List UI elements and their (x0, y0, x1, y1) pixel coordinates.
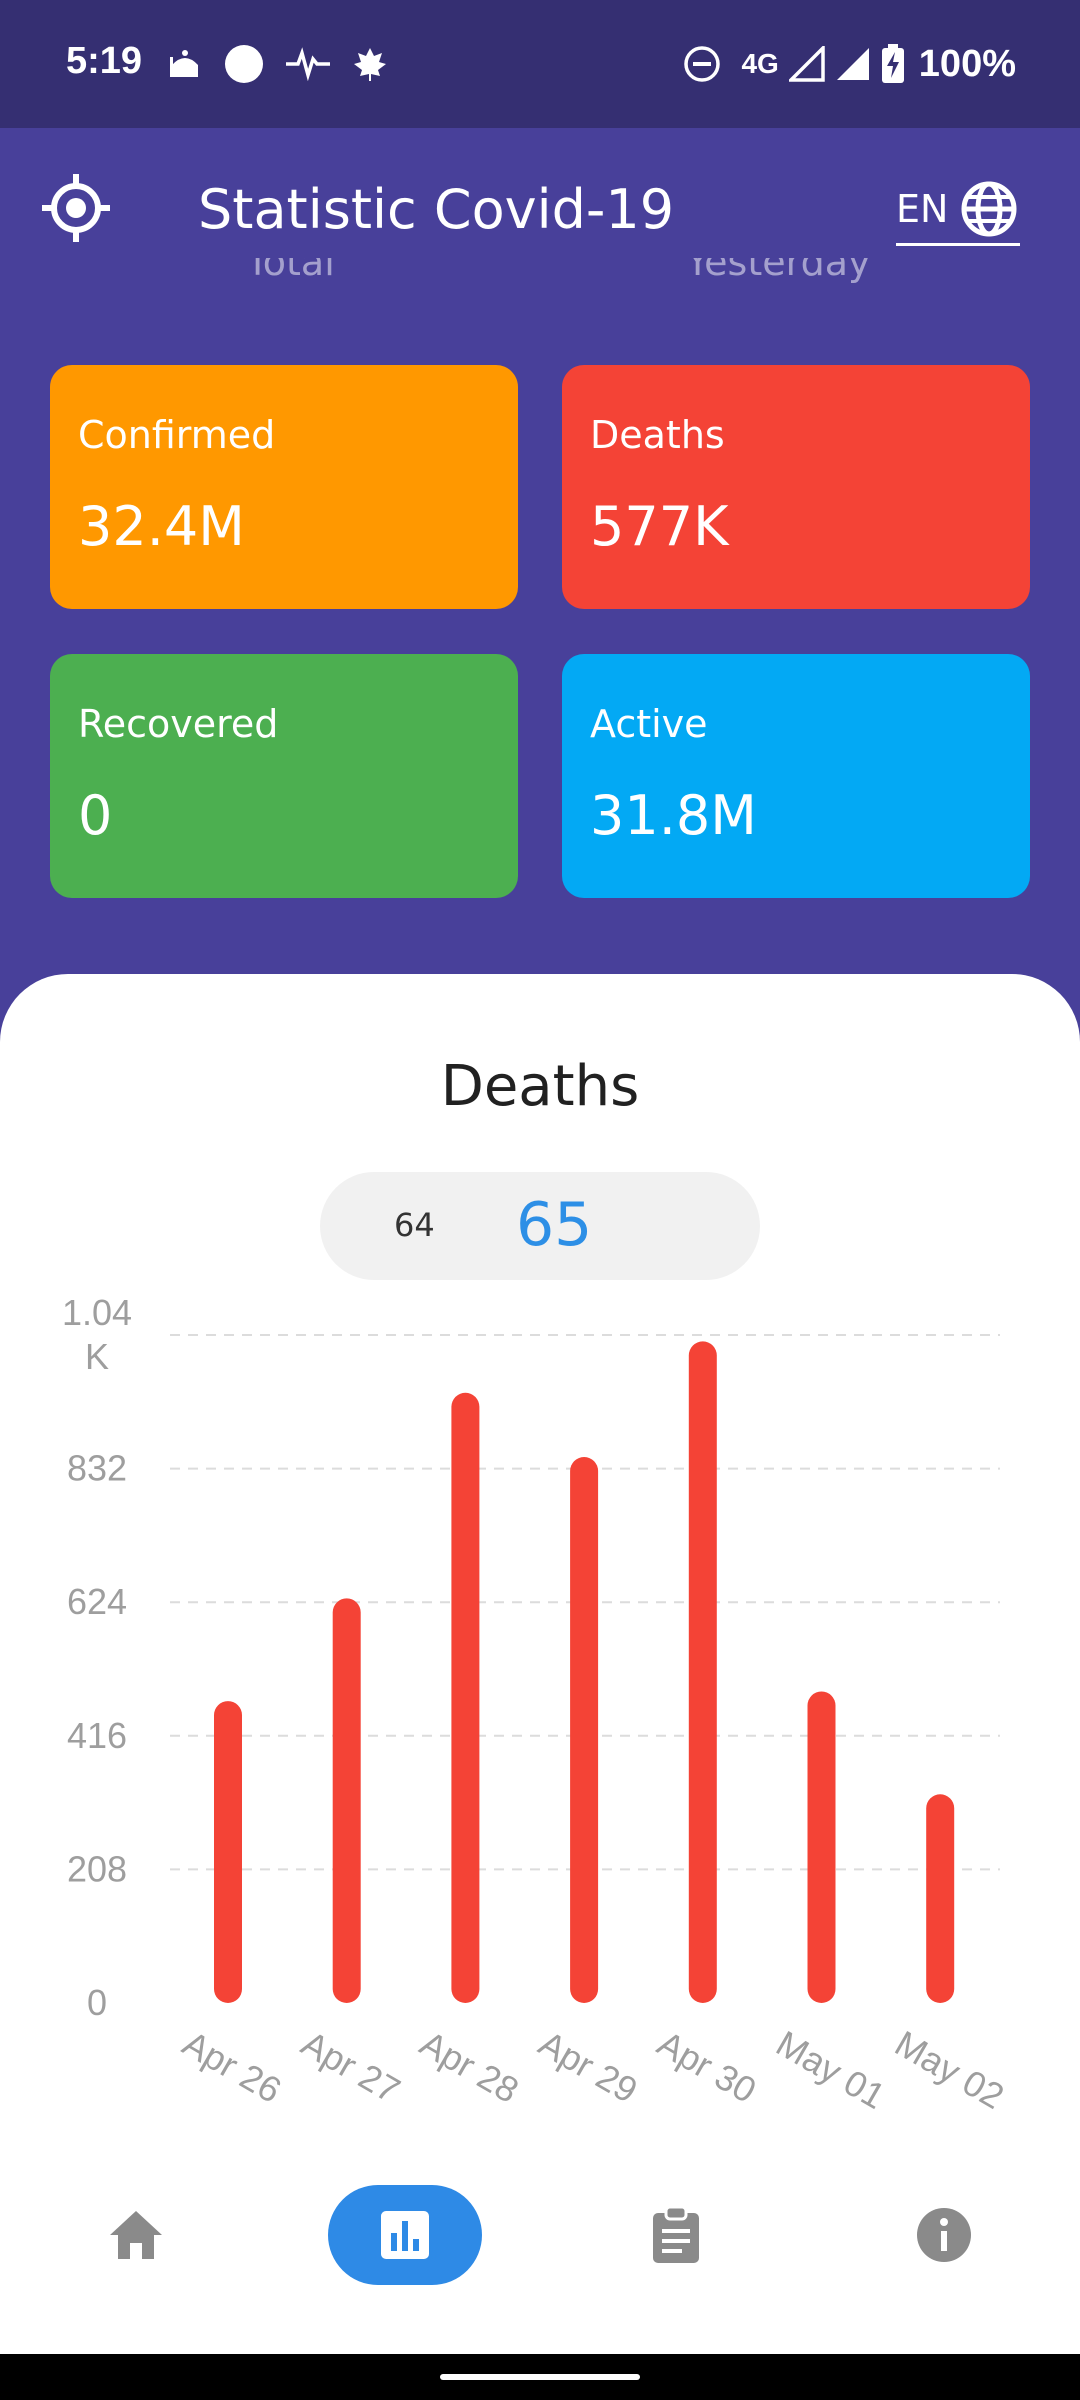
my-location-icon[interactable] (40, 172, 112, 244)
y-tick-label: 1.04 K (62, 1292, 132, 1377)
x-tick-label: Apr 30 (651, 2022, 763, 2111)
clipboard-icon (653, 2205, 699, 2263)
range-option-prev[interactable]: 64 (394, 1206, 435, 1244)
recovered-value: 0 (78, 784, 113, 847)
mosque-icon (170, 50, 198, 77)
x-tick-label: Apr 29 (532, 2022, 644, 2111)
battery-level: 100% (918, 42, 1016, 85)
battery-charging-icon (881, 44, 904, 83)
nav-statistics[interactable] (328, 2185, 482, 2285)
y-tick-label: 416 (67, 1715, 127, 1756)
period-tabs: Total Yesterday (0, 258, 1080, 292)
range-option-current[interactable]: 65 (516, 1190, 592, 1260)
confirmed-value: 32.4M (78, 495, 245, 558)
nav-info[interactable] (892, 2185, 996, 2285)
network-type: 4G (741, 48, 779, 79)
x-tick-label: May 02 (888, 2022, 1011, 2117)
bar-may-02[interactable] (926, 1794, 955, 2003)
bar-apr-28[interactable] (451, 1392, 480, 2003)
range-selector[interactable]: 64 65 (320, 1172, 760, 1280)
x-tick-label: Apr 26 (176, 2022, 288, 2111)
confirmed-card[interactable]: Confirmed 32.4M (50, 365, 518, 609)
tab-total[interactable]: Total (246, 258, 335, 284)
gesture-navigation-bar (0, 2354, 1080, 2400)
system-status-icons: 4G 100% (683, 40, 1016, 88)
home-icon (110, 2211, 162, 2259)
bar-apr-29[interactable] (570, 1457, 599, 2003)
circle-notification-icon (225, 45, 263, 83)
language-label: EN (896, 186, 949, 231)
app-title: Statistic Covid-19 (198, 178, 675, 241)
recovered-card[interactable]: Recovered 0 (50, 654, 518, 898)
active-value: 31.8M (590, 784, 757, 847)
tab-yesterday[interactable]: Yesterday (686, 258, 870, 284)
bar-may-01[interactable] (807, 1691, 836, 2003)
bar-apr-27[interactable] (332, 1598, 361, 2003)
signal-icon-2 (836, 48, 869, 80)
active-card[interactable]: Active 31.8M (562, 654, 1030, 898)
active-label: Active (590, 702, 708, 746)
y-tick-label: 208 (67, 1848, 127, 1889)
globe-icon (961, 181, 1017, 236)
gesture-handle[interactable] (440, 2374, 640, 2380)
recovered-label: Recovered (78, 702, 279, 746)
x-tick-label: Apr 28 (413, 2022, 525, 2111)
y-tick-label: 832 (67, 1448, 127, 1489)
deaths-card[interactable]: Deaths 577K (562, 365, 1030, 609)
status-bar: 5:19 4G 100% (0, 0, 1080, 128)
bar-apr-26[interactable] (214, 1701, 242, 2003)
deaths-value: 577K (590, 495, 729, 558)
info-icon (917, 2208, 971, 2262)
x-tick-label: Apr 27 (295, 2022, 407, 2111)
deaths-bar-chart: 02084166248321.04 KApr 26 Apr 27 Apr 28 Apr … (62, 1292, 1011, 2117)
x-tick-label: May 01 (770, 2022, 893, 2117)
chart-title: Deaths (440, 1054, 640, 1119)
bar-apr-30[interactable] (688, 1341, 717, 2003)
nav-reports[interactable] (624, 2185, 728, 2285)
do-not-disturb-icon (684, 46, 721, 82)
y-tick-label: 0 (87, 1982, 107, 2023)
status-time: 5:19 (66, 40, 143, 82)
bar-chart-icon (381, 2211, 429, 2259)
language-selector[interactable]: EN (896, 174, 1020, 246)
notification-icons (168, 40, 388, 88)
pulse-icon (286, 47, 330, 81)
signal-icon (788, 46, 825, 82)
deaths-label: Deaths (590, 413, 725, 457)
bottom-navigation (0, 2180, 1080, 2290)
confirmed-label: Confirmed (78, 413, 276, 457)
nav-home[interactable] (84, 2185, 188, 2285)
maple-leaf-icon (354, 48, 386, 81)
y-tick-label: 624 (67, 1581, 127, 1622)
